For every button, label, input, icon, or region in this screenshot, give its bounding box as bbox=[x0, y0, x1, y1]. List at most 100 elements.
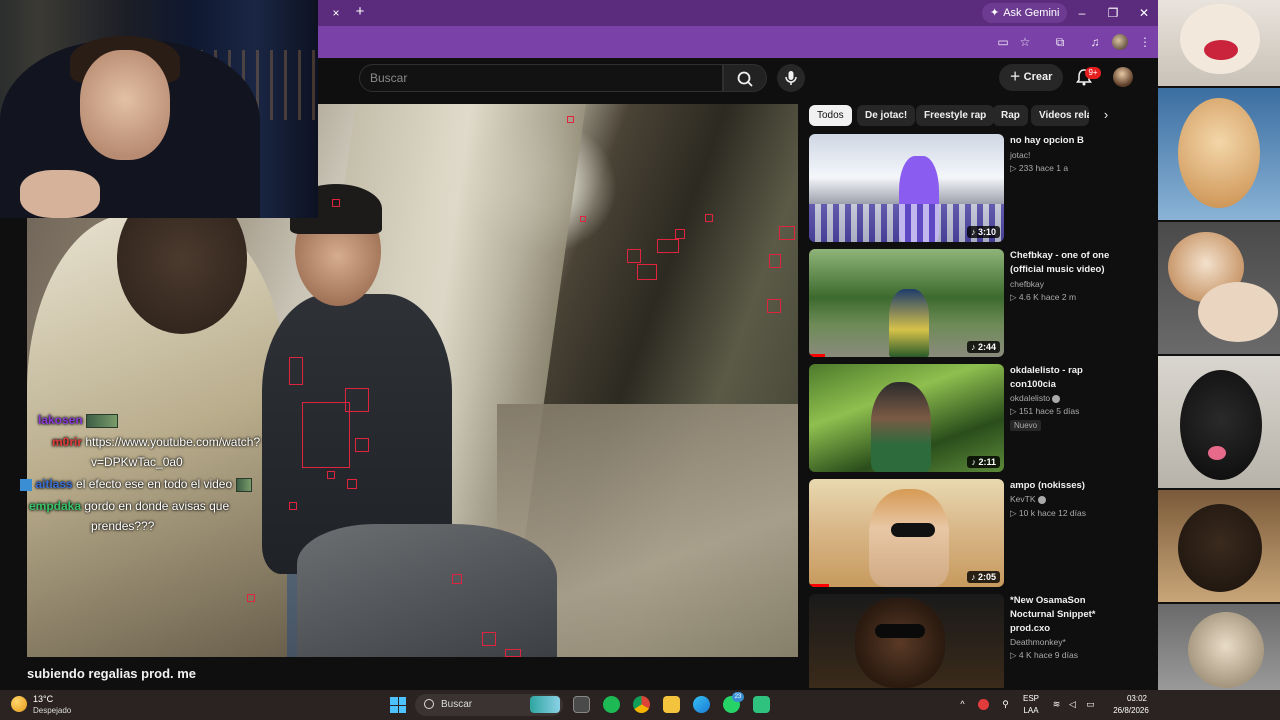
taskbar-widget-icon[interactable] bbox=[530, 696, 560, 713]
glitch-box bbox=[580, 216, 586, 222]
cast-icon[interactable]: ▭ bbox=[994, 33, 1012, 51]
wifi-icon[interactable]: ≋ bbox=[1051, 699, 1062, 710]
related-video-title[interactable]: *New OsamaSon Nocturnal Snippet* prod.cx… bbox=[1010, 594, 1110, 636]
related-video-thumbnail[interactable]: ♪ 3:10 bbox=[809, 134, 1004, 242]
chat-username: empdaka bbox=[29, 499, 82, 513]
chip-videos-relacionados[interactable]: Videos rela bbox=[1031, 105, 1089, 126]
related-video-meta: ▷ 10 k hace 12 días bbox=[1010, 508, 1087, 518]
menu-icon[interactable]: ⋮ bbox=[1136, 33, 1154, 51]
extensions-icon[interactable]: ⧉ bbox=[1051, 33, 1069, 51]
chat-message: m0rir https://www.youtube.com/watch? bbox=[52, 432, 260, 453]
related-video-channel[interactable]: jotac! bbox=[1010, 150, 1030, 160]
chat-message: empdaka gordo en donde avisas que bbox=[29, 496, 229, 517]
chat-message: lakosen bbox=[38, 410, 119, 431]
language-code[interactable]: ESP bbox=[1020, 694, 1042, 703]
windows-start-icon[interactable] bbox=[390, 697, 406, 713]
chat-text: v=DPKwTac_0a0 bbox=[91, 455, 183, 469]
plus-icon: ＋ bbox=[1009, 71, 1024, 83]
video-frame-figure bbox=[297, 524, 557, 657]
weather-moon-icon[interactable] bbox=[11, 696, 27, 712]
tab-close-button[interactable]: × bbox=[328, 5, 344, 21]
volume-icon[interactable]: ◁ bbox=[1067, 699, 1078, 710]
chevron-right-icon[interactable]: › bbox=[1098, 107, 1114, 123]
create-button[interactable]: ＋ Crear bbox=[999, 64, 1063, 91]
star-icon[interactable]: ☆ bbox=[1016, 33, 1034, 51]
dog-figure bbox=[1178, 98, 1260, 208]
related-video-thumbnail[interactable]: ♪ 2:05 bbox=[809, 479, 1004, 587]
gemini-sparkle-icon: ✦ bbox=[990, 7, 1000, 19]
clock-time[interactable]: 03:02 bbox=[1116, 694, 1158, 703]
related-video-thumbnail[interactable] bbox=[809, 594, 1004, 688]
video-title: subiendo regalias prod. me bbox=[27, 666, 197, 681]
maximize-button[interactable]: ❐ bbox=[1103, 3, 1123, 23]
browser-profile-avatar[interactable] bbox=[1112, 34, 1128, 50]
chip-de-jotac[interactable]: De jotac! bbox=[857, 105, 916, 126]
tray-app-icon[interactable] bbox=[978, 699, 989, 710]
file-explorer-icon[interactable] bbox=[663, 696, 680, 713]
dog-figure bbox=[1204, 40, 1238, 60]
glitch-box bbox=[505, 649, 521, 657]
chat-username: aitlass bbox=[35, 477, 73, 491]
related-video-meta: ▷ 233 hace 1 a bbox=[1010, 163, 1069, 173]
terminal-app-icon[interactable] bbox=[753, 696, 770, 713]
watch-progress-bar bbox=[809, 584, 829, 587]
chat-text: prendes??? bbox=[91, 519, 155, 533]
glitch-box bbox=[289, 502, 297, 510]
chat-emote-icon bbox=[86, 413, 119, 428]
dog-photo bbox=[1158, 356, 1280, 488]
weather-temperature[interactable]: 13°C bbox=[33, 694, 53, 704]
media-icon[interactable]: ♫ bbox=[1086, 33, 1104, 51]
related-video-title[interactable]: Chefbkay - one of one (official music vi… bbox=[1010, 249, 1110, 277]
thumbnail-sunglasses bbox=[891, 523, 935, 537]
thumbnail-figure bbox=[855, 598, 945, 688]
clock-date[interactable]: 26/8/2026 bbox=[1106, 706, 1156, 715]
related-video-thumbnail[interactable]: ♪ 2:11 bbox=[809, 364, 1004, 472]
chat-text: el efecto ese en todo el video bbox=[76, 477, 233, 491]
related-video-meta: ▷ 151 hace 5 días bbox=[1010, 406, 1080, 416]
related-video-title[interactable]: okdalelisto - rap con100cia bbox=[1010, 364, 1110, 392]
glitch-box bbox=[627, 249, 641, 263]
ask-gemini-button[interactable]: ✦ Ask Gemini bbox=[982, 3, 1068, 23]
chip-rap[interactable]: Rap bbox=[993, 105, 1028, 126]
dog-photo bbox=[1158, 604, 1280, 690]
spotify-icon[interactable] bbox=[603, 696, 620, 713]
minimize-button[interactable]: – bbox=[1072, 3, 1092, 23]
dog-photo bbox=[1158, 0, 1280, 86]
watch-progress-bar bbox=[809, 354, 825, 357]
webcam-overlay bbox=[0, 0, 318, 218]
related-video-channel[interactable]: okdalelisto bbox=[1010, 393, 1061, 403]
account-avatar[interactable] bbox=[1113, 67, 1133, 87]
glitch-box bbox=[355, 438, 369, 452]
notifications-badge: 9+ bbox=[1085, 67, 1101, 79]
chip-todos[interactable]: Todos bbox=[809, 105, 852, 126]
close-window-button[interactable]: ✕ bbox=[1134, 3, 1154, 23]
ask-gemini-label: Ask Gemini bbox=[1003, 7, 1060, 19]
language-layout[interactable]: LAA bbox=[1020, 706, 1042, 715]
chat-message: aitlass el efecto ese en todo el video bbox=[20, 474, 252, 495]
voice-search-button[interactable] bbox=[777, 64, 805, 92]
search-button[interactable] bbox=[723, 64, 767, 92]
chrome-icon[interactable] bbox=[633, 696, 650, 713]
related-video-title[interactable]: ampo (nokisses) bbox=[1010, 479, 1110, 493]
battery-icon[interactable]: ▭ bbox=[1085, 699, 1096, 710]
related-video-thumbnail[interactable]: ♪ 2:44 bbox=[809, 249, 1004, 357]
microphone-icon[interactable]: ⚲ bbox=[1000, 699, 1011, 710]
search-input[interactable]: Buscar bbox=[359, 64, 723, 92]
glitch-box bbox=[657, 239, 679, 253]
new-tab-button[interactable]: + bbox=[352, 4, 368, 20]
related-video-channel[interactable]: Deathmonkey* bbox=[1010, 637, 1066, 647]
related-video-title[interactable]: no hay opcion B bbox=[1010, 134, 1110, 148]
whatsapp-badge: 23 bbox=[732, 692, 744, 702]
chevron-up-icon[interactable]: ^ bbox=[957, 699, 968, 710]
edge-icon[interactable] bbox=[693, 696, 710, 713]
chat-message: v=DPKwTac_0a0 bbox=[91, 452, 183, 473]
chat-badge-icon bbox=[20, 478, 32, 491]
glitch-box bbox=[567, 116, 574, 123]
chip-freestyle-rap[interactable]: Freestyle rap bbox=[916, 105, 995, 126]
glitch-box bbox=[302, 402, 350, 468]
related-video-channel[interactable]: chefbkay bbox=[1010, 279, 1044, 289]
task-view-icon[interactable] bbox=[573, 696, 590, 713]
glitch-box bbox=[247, 594, 255, 602]
related-video-channel[interactable]: KevTK bbox=[1010, 494, 1046, 504]
weather-description[interactable]: Despejado bbox=[33, 706, 71, 715]
